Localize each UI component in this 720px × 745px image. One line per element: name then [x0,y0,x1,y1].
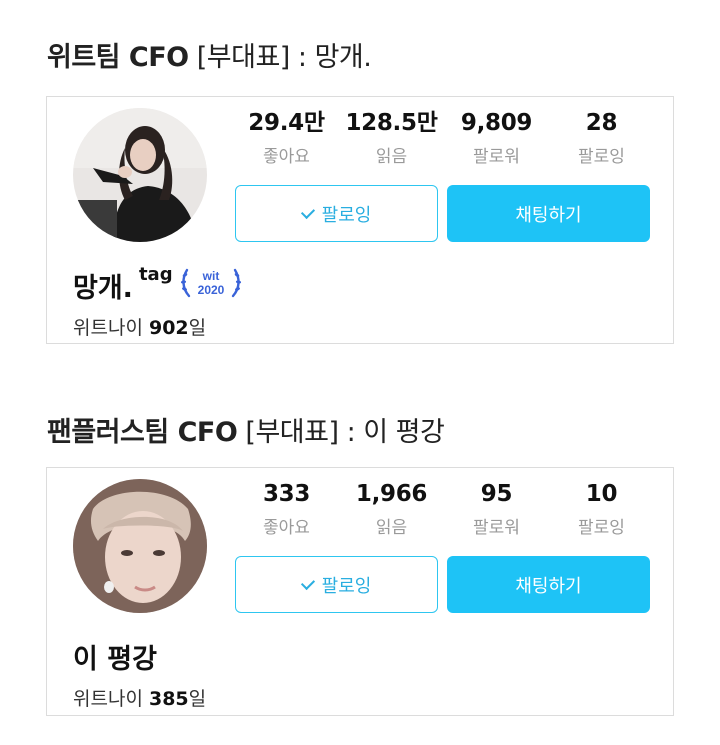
wit-2020-laurel-badge: wit 2020 [179,266,243,307]
section-title: 팬플러스팀 CFO [부대표] : 이 평강 [47,410,445,449]
profile-name-row: 이 평강 [73,637,157,676]
stat-reads-label: 읽음 [375,147,408,167]
tag-label[interactable]: tag [139,264,173,285]
stat-following-label: 팔로잉 [578,518,625,538]
chat-button-label: 채팅하기 [515,575,582,596]
profile-card: 333 좋아요 1,966 읽음 95 팔로워 10 팔로잉 팔로잉 채팅하기 … [46,467,674,716]
stat-followers-label: 팔로워 [473,518,520,538]
stat-following[interactable]: 10 팔로잉 [549,478,654,538]
badge-line2: 2020 [197,283,224,297]
stat-following[interactable]: 28 팔로잉 [549,107,654,167]
stat-likes-label: 좋아요 [263,147,310,167]
stat-likes[interactable]: 333 좋아요 [234,478,339,538]
stat-followers-value: 95 [480,481,513,507]
stat-likes-value: 29.4만 [248,110,325,136]
check-icon [300,204,315,219]
profile-card: 29.4만 좋아요 128.5만 읽음 9,809 팔로워 28 팔로잉 팔로잉… [46,96,674,344]
chat-button[interactable]: 채팅하기 [447,185,650,242]
stat-followers-value: 9,809 [460,110,533,136]
stat-reads[interactable]: 128.5만 읽음 [339,107,444,167]
avatar[interactable] [73,108,207,242]
chat-button-label: 채팅하기 [515,204,582,225]
profile-name: 망개. [73,273,133,304]
stat-followers[interactable]: 9,809 팔로워 [444,107,549,167]
wit-age-value: 902 [148,317,189,339]
role-title: [부대표] : 이 평강 [245,417,445,448]
wit-age-value: 385 [148,688,189,710]
stat-followers[interactable]: 95 팔로워 [444,478,549,538]
stat-reads-label: 읽음 [375,518,408,538]
stat-likes-label: 좋아요 [263,518,310,538]
profile-name-row: 망개. tag wit 2020 [73,264,243,307]
stat-likes-value: 333 [262,481,311,507]
chat-button[interactable]: 채팅하기 [447,556,650,613]
avatar[interactable] [73,479,207,613]
following-button[interactable]: 팔로잉 [235,185,438,242]
stat-reads-value: 1,966 [355,481,428,507]
badge-line1: wit [201,269,219,283]
stats-row: 333 좋아요 1,966 읽음 95 팔로워 10 팔로잉 [234,478,654,540]
role-title: [부대표] : 망개. [196,42,372,73]
wit-age-label: 위트나이 [73,317,143,339]
stats-row: 29.4만 좋아요 128.5만 읽음 9,809 팔로워 28 팔로잉 [234,107,654,169]
stat-following-value: 10 [585,481,618,507]
stat-reads[interactable]: 1,966 읽음 [339,478,444,538]
team-title: 팬플러스팀 CFO [47,417,238,448]
profile-name: 이 평강 [73,644,157,675]
stat-likes[interactable]: 29.4만 좋아요 [234,107,339,167]
wit-age: 위트나이 902일 [73,313,206,340]
following-button-label: 팔로잉 [321,575,372,596]
wit-age-unit: 일 [188,317,207,339]
stat-following-label: 팔로잉 [578,147,625,167]
stat-reads-value: 128.5만 [345,110,438,136]
following-button[interactable]: 팔로잉 [235,556,438,613]
wit-age: 위트나이 385일 [73,684,206,711]
stat-followers-label: 팔로워 [473,147,520,167]
section-title: 위트팀 CFO [부대표] : 망개. [47,35,372,74]
wit-age-label: 위트나이 [73,688,143,710]
check-icon [300,575,315,590]
team-title: 위트팀 CFO [47,42,189,73]
stat-following-value: 28 [585,110,618,136]
following-button-label: 팔로잉 [321,204,372,225]
wit-age-unit: 일 [188,688,207,710]
